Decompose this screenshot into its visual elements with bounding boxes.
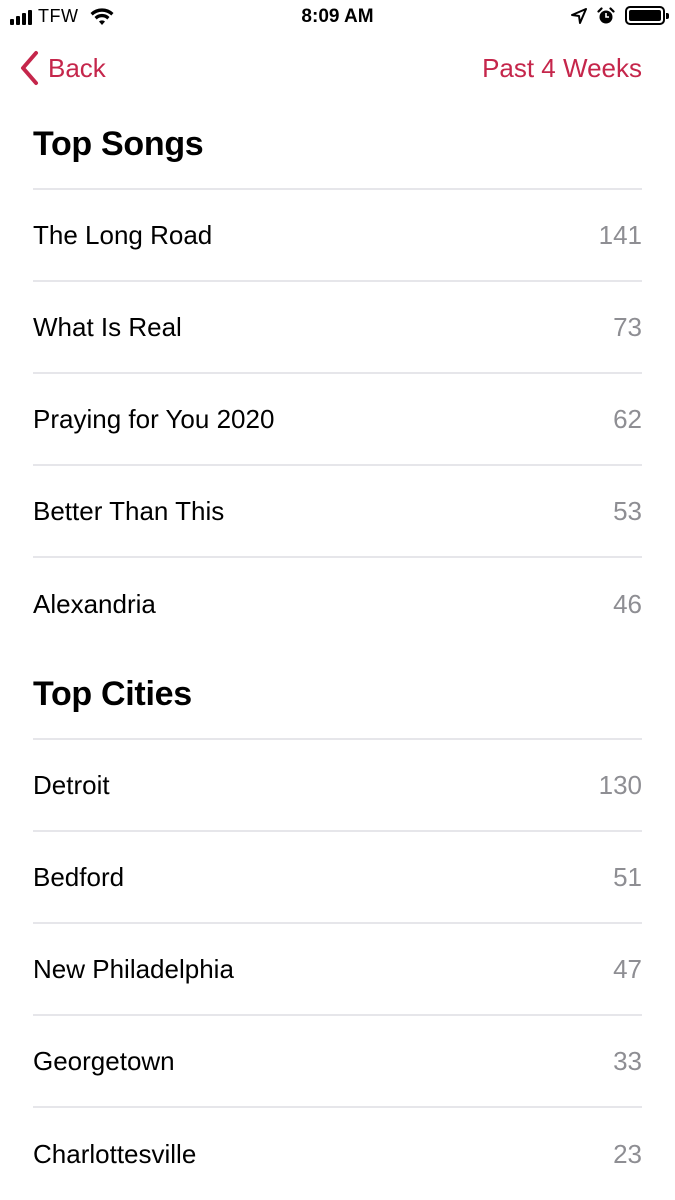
item-count: 53 [613,495,642,526]
item-name: Charlottesville [33,1138,197,1169]
item-count: 47 [613,953,642,984]
list-item[interactable]: New Philadelphia 47 [33,924,642,1016]
time-range-button[interactable]: Past 4 Weeks [482,53,642,84]
navigation-bar: Back Past 4 Weeks [0,40,675,100]
item-count: 46 [613,588,642,619]
item-name: Georgetown [33,1045,175,1076]
status-right [571,6,669,25]
list-item[interactable]: Better Than This 53 [33,466,642,558]
back-label: Back [48,52,106,83]
list-item[interactable]: What Is Real 73 [33,282,642,374]
section-title: Top Songs [33,100,642,190]
item-name: Praying for You 2020 [33,403,275,434]
chevron-left-icon [21,51,38,85]
item-count: 51 [613,861,642,892]
item-count: 33 [613,1045,642,1076]
section-title: Top Cities [33,650,642,740]
battery-icon [625,6,669,25]
list-item[interactable]: Bedford 51 [33,832,642,924]
list-item[interactable]: Charlottesville 23 [33,1108,642,1200]
item-count: 141 [598,219,642,250]
item-name: What Is Real [33,311,182,342]
alarm-icon [597,6,615,23]
item-name: Alexandria [33,588,156,619]
list-item[interactable]: Georgetown 33 [33,1016,642,1108]
status-bar: TFW 8:09 AM [0,0,675,34]
back-button[interactable]: Back [18,50,106,86]
item-name: The Long Road [33,219,213,250]
top-songs-section: Top Songs The Long Road 141 What Is Real… [33,100,642,650]
item-count: 23 [613,1138,642,1169]
top-cities-section: Top Cities Detroit 130 Bedford 51 New Ph… [33,650,642,1200]
item-name: Detroit [33,769,110,800]
list-item[interactable]: The Long Road 141 [33,190,642,282]
item-name: New Philadelphia [33,953,234,984]
item-count: 130 [598,769,642,800]
stats-content: Top Songs The Long Road 141 What Is Real… [33,100,642,1200]
item-name: Better Than This [33,495,225,526]
item-count: 62 [613,403,642,434]
list-item[interactable]: Detroit 130 [33,740,642,832]
item-count: 73 [613,311,642,342]
list-item[interactable]: Alexandria 46 [33,558,642,650]
list-item[interactable]: Praying for You 2020 62 [33,374,642,466]
location-icon [571,7,587,24]
item-name: Bedford [33,861,125,892]
